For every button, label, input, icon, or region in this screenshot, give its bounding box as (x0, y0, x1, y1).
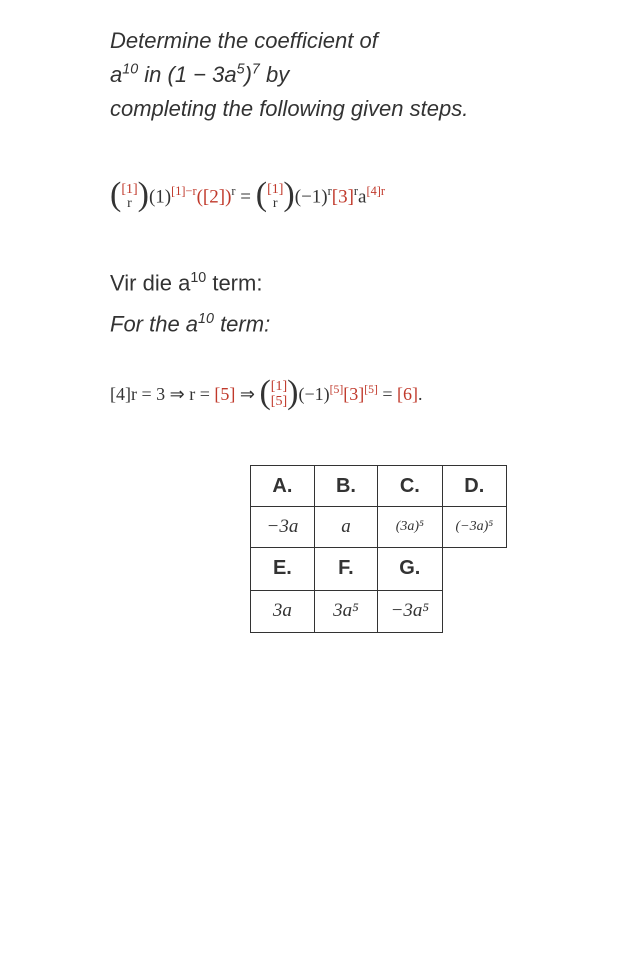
binom2-top: [1] (267, 183, 283, 198)
q-a: a (110, 62, 122, 87)
opt-g-hdr: G. (378, 548, 442, 591)
f-t1: (1) (149, 187, 171, 208)
f-t2: ([2]) (197, 187, 232, 208)
formula-line: ([1]r)(1)[1]−r([2])r = ([1]r)(−1)r[3]ra[… (110, 176, 507, 220)
opt-f-val: 3a⁵ (314, 590, 377, 632)
opt-f-hdr: F. (314, 548, 377, 591)
opt-b-val: a (314, 507, 377, 548)
f-t4: [3] (332, 187, 354, 208)
binom1-top: [1] (121, 183, 137, 198)
opt-e-val: 3a (251, 590, 315, 632)
question-text: Determine the coefficient of a10 in (1 −… (110, 24, 507, 126)
opt-b-hdr: B. (314, 466, 377, 507)
step-e2: [5] (330, 383, 344, 396)
q-in: in (1 − 3a (138, 62, 236, 87)
step-r6: [6] (397, 384, 418, 404)
opt-e-hdr: E. (251, 548, 315, 591)
opt-a-hdr: A. (251, 466, 315, 507)
q-exp10: 10 (122, 62, 138, 78)
opt-a-val: −3a (251, 507, 315, 548)
step-r5: [5] (214, 384, 235, 404)
step-bbot: [5] (271, 395, 287, 410)
q-exp5: 5 (237, 62, 245, 78)
f-e1a: [1]−r (171, 184, 196, 198)
opt-d-hdr: D. (442, 466, 506, 507)
f-eq: = (236, 187, 256, 208)
opt-c-hdr: C. (378, 466, 442, 507)
f-e5: [4]r (366, 184, 385, 198)
q-line3: completing the following given steps. (110, 96, 468, 121)
options-table: A. B. C. D. −3a a (3a)⁵ (−3a)⁵ E. F. G. … (250, 465, 507, 633)
en-line: For the a10 term: (110, 311, 507, 337)
q-exp7: 7 (252, 62, 260, 78)
f-t3: (−1) (295, 187, 328, 208)
q-close: ) (245, 62, 252, 87)
binom2-bot: r (273, 197, 278, 212)
step-btop: [1] (271, 380, 287, 395)
opt-d-val: (−3a)⁵ (442, 507, 506, 548)
q-by: by (260, 62, 289, 87)
af-line: Vir die a10 term: (110, 270, 507, 296)
binom1-bot: r (127, 197, 132, 212)
opt-c-val: (3a)⁵ (378, 507, 442, 548)
step-e3: [5] (364, 383, 378, 396)
step-p3: [3] (343, 384, 364, 404)
opt-g-val: −3a⁵ (378, 590, 442, 632)
step-line: [4]r = 3 ⇒ r = [5] ⇒ ([1][5])(−1)[5][3][… (110, 377, 507, 415)
q-line1: Determine the coefficient of (110, 28, 378, 53)
